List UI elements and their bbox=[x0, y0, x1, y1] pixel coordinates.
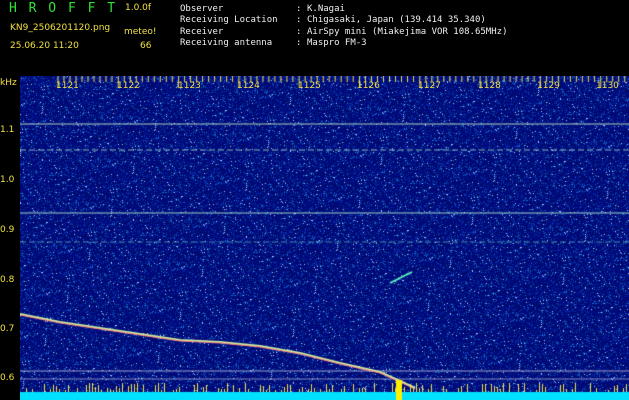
app-logo: H R O F F T bbox=[9, 1, 118, 16]
x-tick-label: 1127 bbox=[418, 81, 441, 91]
header-panel: H R O F F T 1.0.0f KN9_2506201120.png me… bbox=[0, 0, 629, 76]
x-tick-label: 1121 bbox=[56, 81, 79, 91]
y-tick-label: 0.9 bbox=[0, 225, 15, 235]
meteor-label: meteo! bbox=[124, 27, 157, 37]
x-tick-label: 1126 bbox=[357, 81, 380, 91]
info-sep: : bbox=[296, 4, 302, 14]
y-axis-unit: kHz bbox=[0, 78, 17, 88]
info-sep: : bbox=[296, 38, 302, 48]
y-tick-label: 1.1 bbox=[0, 125, 15, 135]
x-tick-label: 1125 bbox=[298, 81, 321, 91]
y-tick-label: 0.7 bbox=[0, 324, 15, 334]
info-label-antenna: Receiving antenna bbox=[180, 38, 273, 48]
spectrogram-waterfall bbox=[20, 76, 629, 400]
x-tick-label: 1128 bbox=[478, 81, 501, 91]
y-tick-label: 0.6 bbox=[0, 373, 15, 383]
x-tick-label: 1130 bbox=[596, 81, 619, 91]
y-tick-label: 1.0 bbox=[0, 175, 15, 185]
info-value-observer: K.Nagai bbox=[307, 4, 345, 14]
x-tick-label: 1123 bbox=[178, 81, 201, 91]
meteor-count: 66 bbox=[140, 41, 152, 51]
info-label-receiver: Receiver bbox=[180, 27, 224, 37]
y-tick-label: 0.8 bbox=[0, 275, 15, 285]
info-value-location: Chigasaki, Japan (139.414 35.340) bbox=[307, 15, 486, 25]
y-axis: kHz 1.1 1.0 0.9 0.8 0.7 0.6 bbox=[0, 76, 20, 400]
info-sep: : bbox=[296, 27, 302, 37]
info-label-observer: Observer bbox=[180, 4, 224, 14]
timestamp: 25.06.20 11:20 bbox=[10, 41, 79, 51]
info-value-receiver: AirSpy mini (Miakejima VOR 108.65MHz) bbox=[307, 27, 508, 37]
x-tick-label: 1122 bbox=[117, 81, 140, 91]
info-value-antenna: Maspro FM-3 bbox=[307, 38, 367, 48]
app-version: 1.0.0f bbox=[125, 3, 152, 13]
info-label-location: Receiving Location bbox=[180, 15, 278, 25]
x-tick-label: 1124 bbox=[237, 81, 260, 91]
x-tick-label: 1129 bbox=[537, 81, 560, 91]
file-name: KN9_2506201120.png bbox=[10, 23, 111, 33]
info-sep: : bbox=[296, 15, 302, 25]
